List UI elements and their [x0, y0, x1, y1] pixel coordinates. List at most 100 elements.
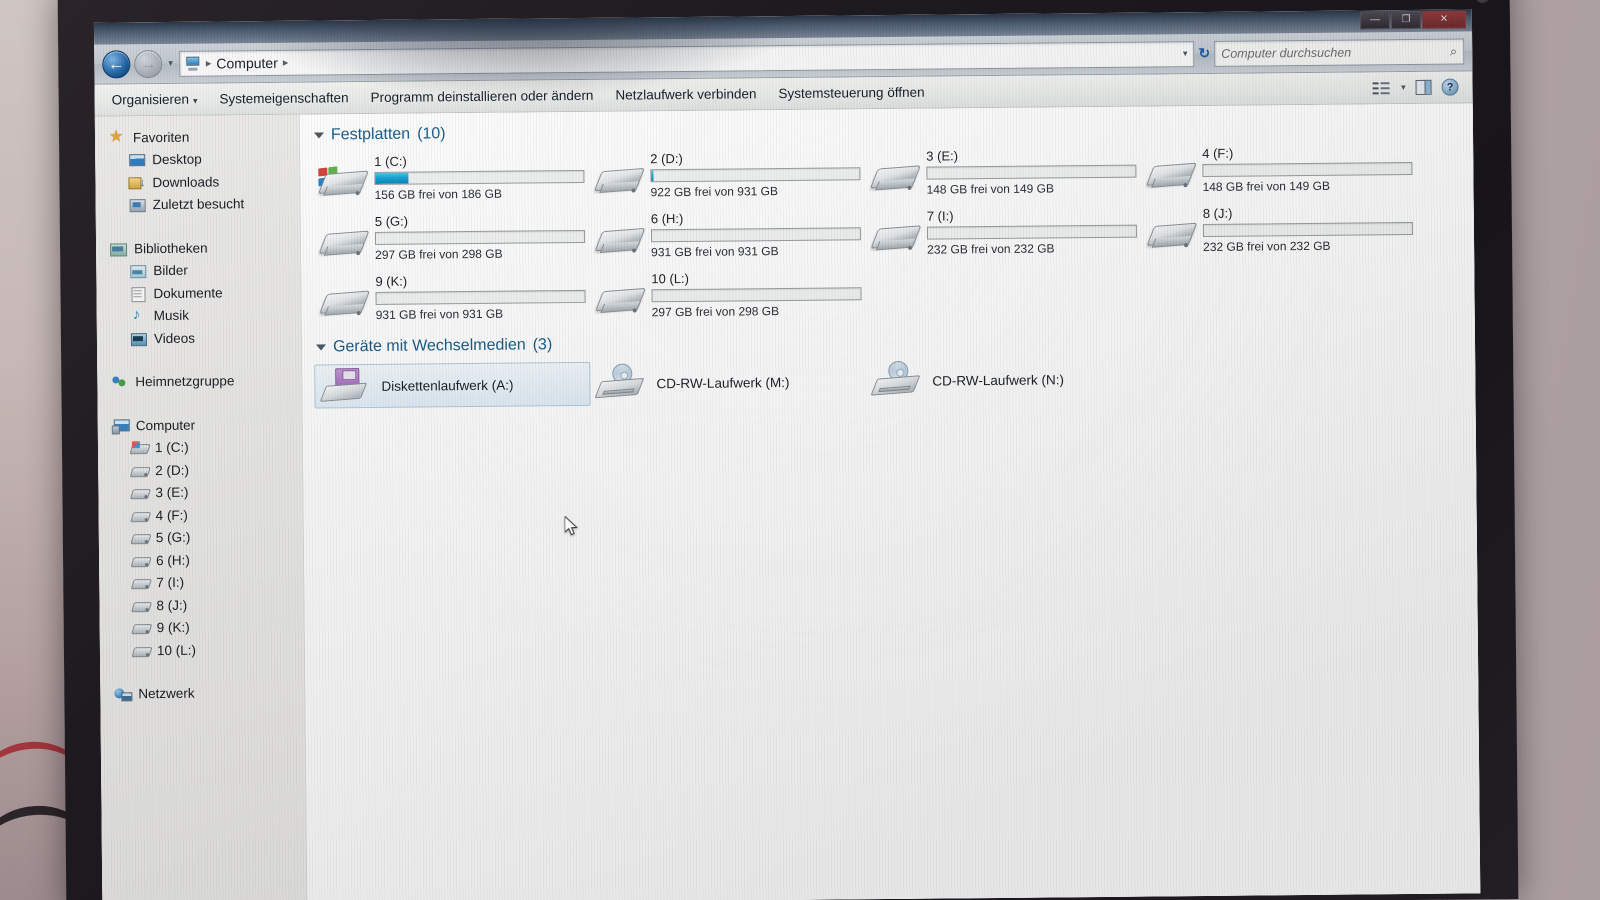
breadcrumb-bar[interactable]: ▸ Computer ▸ ▾: [178, 40, 1195, 77]
section-header-wechselmedien[interactable]: Geräte mit Wechselmedien (3): [302, 327, 1475, 356]
minimize-button[interactable]: —: [1359, 11, 1391, 30]
toolbar-item-netzlaufwerk-verbinden[interactable]: Netzlaufwerk verbinden: [604, 82, 767, 107]
sidebar-item-desktop[interactable]: Desktop: [95, 147, 299, 171]
sidebar-item-favoriten[interactable]: Favoriten: [95, 125, 299, 149]
monitor-power-led[interactable]: [1475, 0, 1490, 4]
hard-drive-icon: [1144, 154, 1197, 196]
sidebar-item-bilder[interactable]: Bilder: [96, 258, 300, 282]
drive-tile[interactable]: 7 (I:) 232 GB frei von 232 GB: [865, 205, 1142, 266]
forward-button[interactable]: →: [134, 49, 163, 78]
drive-free-space: 931 GB frei von 931 GB: [375, 306, 504, 322]
doc-icon: [129, 286, 146, 301]
recent-pages-caret-icon[interactable]: ▾: [166, 58, 175, 69]
collapse-triangle-icon-2[interactable]: [316, 344, 327, 351]
drive-free-space: 922 GB frei von 931 GB: [650, 184, 779, 200]
maximize-button[interactable]: ❐: [1390, 10, 1422, 30]
hdd-icon: [132, 575, 149, 590]
sidebar-item-bibliotheken[interactable]: Bibliotheken: [96, 236, 300, 260]
breadcrumb-separator-icon-2[interactable]: ▸: [280, 56, 292, 69]
section-title: Festplatten: [330, 125, 411, 144]
drive-usage-bar: [1202, 221, 1414, 238]
sidebar-item-musik[interactable]: Musik: [97, 303, 301, 327]
home-icon: [111, 375, 128, 390]
drive-tile[interactable]: 6 (H:) 931 GB frei von 931 GB: [589, 207, 866, 268]
refresh-icon[interactable]: ↻: [1198, 45, 1210, 62]
hdd-icon: [132, 530, 149, 545]
removable-device-tile[interactable]: CD-RW-Laufwerk (N:): [866, 357, 1142, 404]
sidebar-item-netzwerk[interactable]: Netzwerk: [100, 681, 304, 705]
sidebar-group: Computer 1 (C:) 2 (D:) 3 (E:) 4 (F:) 5 (G:) 6 …: [98, 413, 304, 662]
sidebar-item-videos[interactable]: Videos: [97, 326, 301, 350]
hdd-sys-icon: [131, 440, 148, 455]
computer-icon: [184, 56, 201, 71]
help-icon[interactable]: ?: [1441, 78, 1459, 96]
search-box[interactable]: Computer durchsuchen ⌕: [1214, 37, 1465, 67]
drive-tile[interactable]: 9 (K:) 931 GB frei von 931 GB: [313, 270, 590, 331]
toolbar-item-programm-deinstallieren[interactable]: Programm deinstallieren oder ändern: [359, 84, 604, 109]
chevron-down-icon[interactable]: ▾: [1183, 48, 1188, 59]
sidebar-item-label: Bibliotheken: [134, 240, 208, 257]
sidebar-item-zuletzt-besucht[interactable]: Zuletzt besucht: [96, 192, 300, 216]
monitor-screen: — ❐ ✕ ← → ▾ ▸ Computer ▸ ▾ ↻ Computer du…: [93, 9, 1481, 900]
drive-info: 6 (H:) 931 GB frei von 931 GB: [651, 209, 862, 259]
drive-label: 8 (J:): [1202, 205, 1233, 222]
breadcrumb-item-computer[interactable]: Computer: [216, 54, 278, 71]
explorer-body: Favoriten Desktop Downloads Zuletzt besucht…: [94, 103, 1481, 900]
sidebar-item-3-e-[interactable]: 3 (E:): [98, 480, 302, 504]
sidebar-item-4-f-[interactable]: 4 (F:): [99, 503, 303, 527]
sidebar-item-6-h-[interactable]: 6 (H:): [99, 548, 303, 572]
change-view-caret-icon[interactable]: ▾: [1401, 82, 1406, 93]
back-button[interactable]: ←: [102, 49, 131, 79]
drive-tile[interactable]: 1 (C:) 156 GB frei von 186 GB: [312, 150, 589, 211]
drive-tile[interactable]: 2 (D:) 922 GB frei von 931 GB: [588, 147, 865, 208]
drive-usage-bar: [374, 229, 586, 245]
cd-drive-icon: [870, 360, 924, 400]
toolbar-item-systemsteuerung-oeffnen[interactable]: Systemsteuerung öffnen: [767, 81, 935, 106]
drive-info: 1 (C:) 156 GB frei von 186 GB: [374, 152, 585, 202]
sidebar-item-dokumente[interactable]: Dokumente: [96, 281, 300, 305]
sidebar-item-9-k-[interactable]: 9 (K:): [100, 615, 304, 639]
sidebar-item-2-d-[interactable]: 2 (D:): [98, 458, 302, 482]
hard-drive-icon: [868, 157, 921, 199]
sidebar-item-label: Desktop: [152, 151, 202, 168]
search-icon: ⌕: [1449, 43, 1458, 59]
hard-drive-icon: [593, 219, 646, 261]
drive-tile[interactable]: 4 (F:) 148 GB frei von 149 GB: [1140, 142, 1417, 203]
drive-tile[interactable]: 5 (G:) 297 GB frei von 298 GB: [313, 210, 590, 271]
sidebar-group: Bibliotheken Bilder Dokumente Musik Videos: [96, 236, 301, 350]
toolbar-item-organisieren[interactable]: Organisieren ▾: [101, 88, 209, 112]
drive-tile[interactable]: 3 (E:) 148 GB frei von 149 GB: [864, 145, 1141, 206]
sidebar-group: Netzwerk: [100, 681, 304, 705]
sidebar-item-10-l-[interactable]: 10 (L:): [100, 638, 304, 662]
preview-pane-icon[interactable]: [1415, 79, 1432, 95]
toolbar-item-systemeigenschaften[interactable]: Systemeigenschaften: [208, 86, 359, 110]
sidebar-item-label: Dokumente: [153, 285, 223, 301]
section-header-festplatten[interactable]: Festplatten (10): [300, 115, 1473, 144]
drive-info: 4 (F:) 148 GB frei von 149 GB: [1202, 144, 1413, 194]
sidebar-item-8-j-[interactable]: 8 (J:): [99, 593, 303, 617]
sidebar-item-computer[interactable]: Computer: [98, 413, 302, 437]
search-input[interactable]: Computer durchsuchen: [1221, 44, 1450, 60]
collapse-triangle-icon[interactable]: [313, 132, 325, 139]
drive-tile[interactable]: 10 (L:) 297 GB frei von 298 GB: [589, 267, 866, 328]
close-button[interactable]: ✕: [1421, 10, 1467, 29]
drive-info: 7 (I:) 232 GB frei von 232 GB: [927, 207, 1138, 257]
sidebar-item-label: 7 (I:): [156, 575, 185, 591]
change-view-icon[interactable]: [1373, 80, 1391, 96]
drive-tile[interactable]: 8 (J:) 232 GB frei von 232 GB: [1141, 202, 1418, 263]
drive-label: 2 (D:): [650, 150, 683, 167]
sidebar-item-5-g-[interactable]: 5 (G:): [99, 525, 303, 549]
breadcrumb-right-controls: ▾: [1183, 48, 1190, 59]
section-count: (10): [417, 125, 446, 143]
drive-info: 9 (K:) 931 GB frei von 931 GB: [375, 272, 586, 322]
removable-device-tile[interactable]: CD-RW-Laufwerk (M:): [590, 359, 866, 406]
lib-icon: [110, 241, 127, 256]
removable-device-tile[interactable]: Diskettenlaufwerk (A:): [314, 361, 591, 409]
drive-free-space: 156 GB frei von 186 GB: [374, 186, 503, 202]
sidebar-item-heimnetzgruppe[interactable]: Heimnetzgruppe: [97, 369, 301, 393]
drive-info: 3 (E:) 148 GB frei von 149 GB: [926, 147, 1137, 197]
sidebar-item-downloads[interactable]: Downloads: [95, 170, 299, 194]
sidebar-item-1-c-[interactable]: 1 (C:): [98, 435, 302, 459]
sidebar-item-7-i-[interactable]: 7 (I:): [99, 570, 303, 594]
